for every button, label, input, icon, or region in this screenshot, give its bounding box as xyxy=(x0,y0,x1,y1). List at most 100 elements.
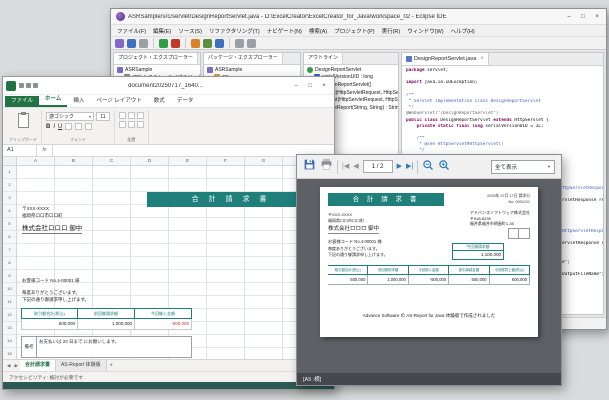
editor-tab-designreportservlet[interactable]: DesignReportServlet.java × xyxy=(402,53,489,65)
menu-item[interactable]: リファクタリング(T) xyxy=(209,27,260,35)
select-all-corner[interactable] xyxy=(3,157,17,165)
italic-button[interactable]: I xyxy=(53,124,55,130)
paste-button[interactable] xyxy=(17,112,29,128)
bold-button[interactable]: B xyxy=(46,124,50,130)
row-header[interactable]: 11 xyxy=(3,296,16,309)
page-indicator[interactable]: 1 / 2 xyxy=(362,160,393,173)
row-header[interactable]: 6 xyxy=(3,231,16,244)
next-page-icon[interactable]: ▶ xyxy=(397,163,402,170)
row-header[interactable]: 15 xyxy=(3,348,16,359)
row-header[interactable]: 8 xyxy=(3,257,16,270)
font-color-button[interactable] xyxy=(85,123,93,130)
row-header[interactable]: 5 xyxy=(3,218,16,231)
outline-item[interactable]: DesignReportServlet xyxy=(304,66,398,74)
row-header[interactable]: 3 xyxy=(3,192,16,205)
accessibility-status[interactable]: アクセシビリティ: 検討が必要です xyxy=(9,374,83,381)
coverage-icon[interactable] xyxy=(203,38,212,48)
fx-icon[interactable]: fx xyxy=(37,145,53,156)
ribbon-tab[interactable]: ページ レイアウト xyxy=(90,96,147,107)
worksheet[interactable]: 合 計 請 求 書 〒XXX-XXXX 福岡県ロロ市ロロ町 株式会社ロロロ 御中… xyxy=(17,166,334,359)
prev-page-icon[interactable]: ◀ xyxy=(353,163,358,170)
back-icon[interactable] xyxy=(235,38,244,48)
row-header[interactable]: 14 xyxy=(3,335,16,348)
menu-item[interactable]: 編集(E) xyxy=(153,27,171,35)
tab-package-explorer[interactable]: パッケージ・エクスプローラー xyxy=(204,53,283,64)
eclipse-titlebar[interactable]: ASRSample/src/servlet/DesignReportServle… xyxy=(111,9,606,25)
ribbon-tab[interactable]: データ xyxy=(171,96,200,107)
align-center-button[interactable] xyxy=(128,121,135,128)
row-header[interactable]: 9 xyxy=(3,270,16,283)
sheet-prev-icon[interactable]: ◀ xyxy=(5,363,12,369)
border-button[interactable] xyxy=(65,123,73,130)
ribbon-tab[interactable]: 挿入 xyxy=(67,96,90,107)
sheet-tab[interactable]: 合計請求書 xyxy=(19,360,56,371)
align-bottom-button[interactable] xyxy=(137,112,144,119)
menu-item[interactable]: ヘルプ(H) xyxy=(451,27,475,35)
debug-icon[interactable] xyxy=(171,38,180,48)
fill-color-button[interactable] xyxy=(75,123,83,130)
first-page-icon[interactable]: |◀ xyxy=(342,163,349,170)
maximize-button[interactable]: □ xyxy=(576,11,590,23)
align-middle-button[interactable] xyxy=(128,112,135,119)
column-header[interactable]: C xyxy=(93,157,131,165)
ribbon-tab[interactable]: ホーム xyxy=(39,94,68,107)
row-header[interactable]: 4 xyxy=(3,205,16,218)
row-header[interactable]: 13 xyxy=(3,322,16,335)
align-right-button[interactable] xyxy=(137,121,144,128)
add-sheet-icon[interactable]: + xyxy=(107,363,116,369)
print-icon[interactable] xyxy=(320,158,333,176)
last-page-icon[interactable]: ▶| xyxy=(406,163,413,170)
save-icon[interactable] xyxy=(127,38,136,48)
ribbon-tab[interactable]: 数式 xyxy=(148,96,171,107)
column-header[interactable]: D xyxy=(131,157,169,165)
align-left-button[interactable] xyxy=(119,121,126,128)
font-name-select[interactable]: 游ゴシック ▾ xyxy=(46,112,94,121)
column-header[interactable]: G xyxy=(245,157,283,165)
sheet-next-icon[interactable]: ▶ xyxy=(12,363,19,369)
menu-item[interactable]: ナビゲート(N) xyxy=(267,27,302,35)
font-size-select[interactable]: 11 xyxy=(96,112,110,121)
forward-icon[interactable] xyxy=(247,38,256,48)
row-header[interactable]: 2 xyxy=(3,179,16,192)
save-all-icon[interactable] xyxy=(139,38,148,48)
maximize-button[interactable]: □ xyxy=(303,80,317,92)
new-wizard-icon[interactable] xyxy=(115,38,124,48)
excel-titlebar[interactable]: document20250717_1640... – □ × xyxy=(3,77,334,95)
close-button[interactable]: × xyxy=(590,11,604,23)
menu-item[interactable]: 検索(A) xyxy=(309,27,327,35)
menu-item[interactable]: ウィンドウ(W) xyxy=(407,27,443,35)
row-header[interactable]: 12 xyxy=(3,309,16,322)
tree-item[interactable]: ASRSample xyxy=(114,66,200,74)
column-header[interactable]: A xyxy=(17,157,55,165)
row-header[interactable]: 1 xyxy=(3,166,16,179)
tree-item[interactable]: ASRSample xyxy=(204,66,300,74)
zoom-in-icon[interactable] xyxy=(438,158,450,176)
menu-item[interactable]: ファイル(F) xyxy=(117,27,146,35)
new-servlet-icon[interactable] xyxy=(191,38,200,48)
view-mode-select[interactable]: 全て表示 ▼ xyxy=(491,159,555,174)
search-icon[interactable] xyxy=(215,38,224,48)
zoom-out-icon[interactable] xyxy=(422,158,434,176)
undo-icon[interactable] xyxy=(33,83,38,88)
menu-item[interactable]: ソース(S) xyxy=(178,27,202,35)
tab-outline[interactable]: アウトライン xyxy=(304,53,344,64)
column-header[interactable]: F xyxy=(207,157,245,165)
ribbon-tab[interactable]: ファイル xyxy=(5,96,40,107)
save-icon[interactable] xyxy=(303,158,316,176)
row-header[interactable]: 7 xyxy=(3,244,16,257)
name-box[interactable]: A1 xyxy=(3,144,37,157)
minimize-button[interactable]: – xyxy=(562,11,576,23)
column-header[interactable]: E xyxy=(169,157,207,165)
close-button[interactable]: × xyxy=(317,80,331,92)
underline-button[interactable]: U xyxy=(58,124,62,130)
column-header[interactable]: B xyxy=(55,157,93,165)
menu-item[interactable]: プロジェクト(P) xyxy=(334,27,374,35)
minimize-button[interactable]: – xyxy=(289,80,303,92)
menu-item[interactable]: 実行(R) xyxy=(382,27,401,35)
row-header[interactable]: 10 xyxy=(3,283,16,296)
tab-project-explorer[interactable]: プロジェクト・エクスプローラー xyxy=(114,53,198,64)
close-tab-icon[interactable]: × xyxy=(480,56,484,62)
run-icon[interactable] xyxy=(159,38,168,48)
align-top-button[interactable] xyxy=(119,112,126,119)
save-icon[interactable] xyxy=(26,83,31,88)
